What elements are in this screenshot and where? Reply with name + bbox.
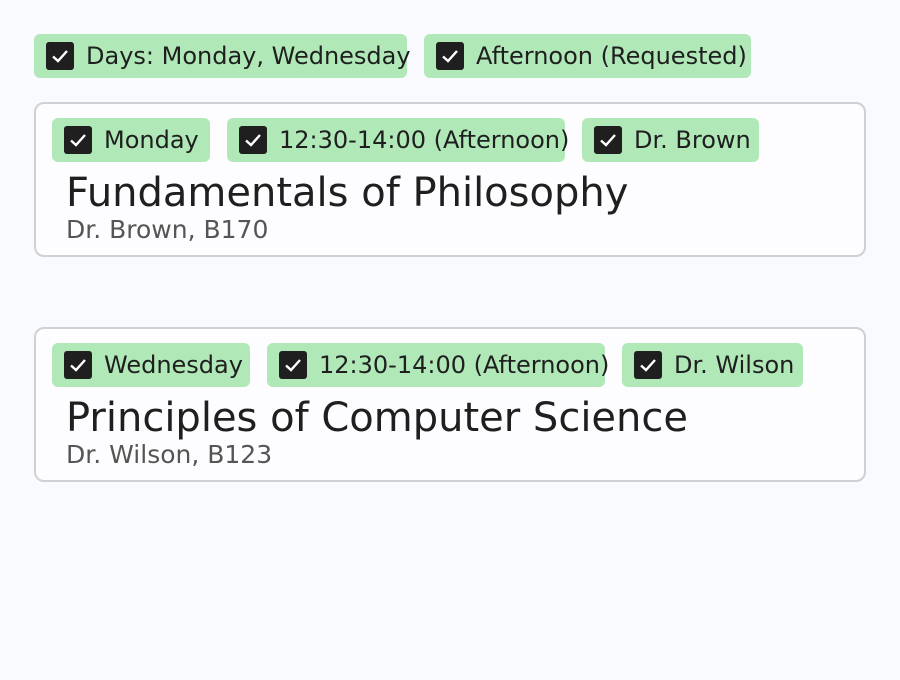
course-tag-label: Dr. Wilson xyxy=(674,351,795,379)
checkbox-checked-icon[interactable] xyxy=(64,126,92,154)
course-tag-time[interactable]: 12:30-14:00 (Afternoon) xyxy=(267,343,609,387)
filter-tag-label: Afternoon (Requested) xyxy=(476,42,747,70)
course-tag-label: Monday xyxy=(104,126,199,154)
course-tag-day[interactable]: Monday xyxy=(52,118,210,162)
filter-tag-time[interactable]: Afternoon (Requested) xyxy=(424,34,751,78)
course-instructor-room: Dr. Wilson, B123 xyxy=(66,440,273,469)
course-title: Fundamentals of Philosophy xyxy=(66,170,629,216)
filter-tag-label: Days: Monday, Wednesday xyxy=(86,42,411,70)
course-tag-instructor[interactable]: Dr. Wilson xyxy=(622,343,803,387)
checkbox-checked-icon[interactable] xyxy=(239,126,267,154)
checkbox-checked-icon[interactable] xyxy=(46,42,74,70)
checkbox-checked-icon[interactable] xyxy=(594,126,622,154)
checkbox-checked-icon[interactable] xyxy=(634,351,662,379)
course-tag-time[interactable]: 12:30-14:00 (Afternoon) xyxy=(227,118,569,162)
course-tag-label: 12:30-14:00 (Afternoon) xyxy=(319,351,610,379)
checkbox-checked-icon[interactable] xyxy=(436,42,464,70)
course-tag-label: 12:30-14:00 (Afternoon) xyxy=(279,126,570,154)
checkbox-checked-icon[interactable] xyxy=(279,351,307,379)
course-card[interactable]: Monday 12:30-14:00 (Afternoon) Dr. Brown… xyxy=(34,102,866,257)
course-tag-label: Dr. Brown xyxy=(634,126,751,154)
course-card[interactable]: Wednesday 12:30-14:00 (Afternoon) Dr. Wi… xyxy=(34,327,866,482)
course-tag-label: Wednesday xyxy=(104,351,243,379)
course-title: Principles of Computer Science xyxy=(66,395,688,441)
checkbox-checked-icon[interactable] xyxy=(64,351,92,379)
course-tag-instructor[interactable]: Dr. Brown xyxy=(582,118,759,162)
filter-tag-days[interactable]: Days: Monday, Wednesday xyxy=(34,34,411,78)
course-instructor-room: Dr. Brown, B170 xyxy=(66,215,269,244)
course-tag-day[interactable]: Wednesday xyxy=(52,343,250,387)
